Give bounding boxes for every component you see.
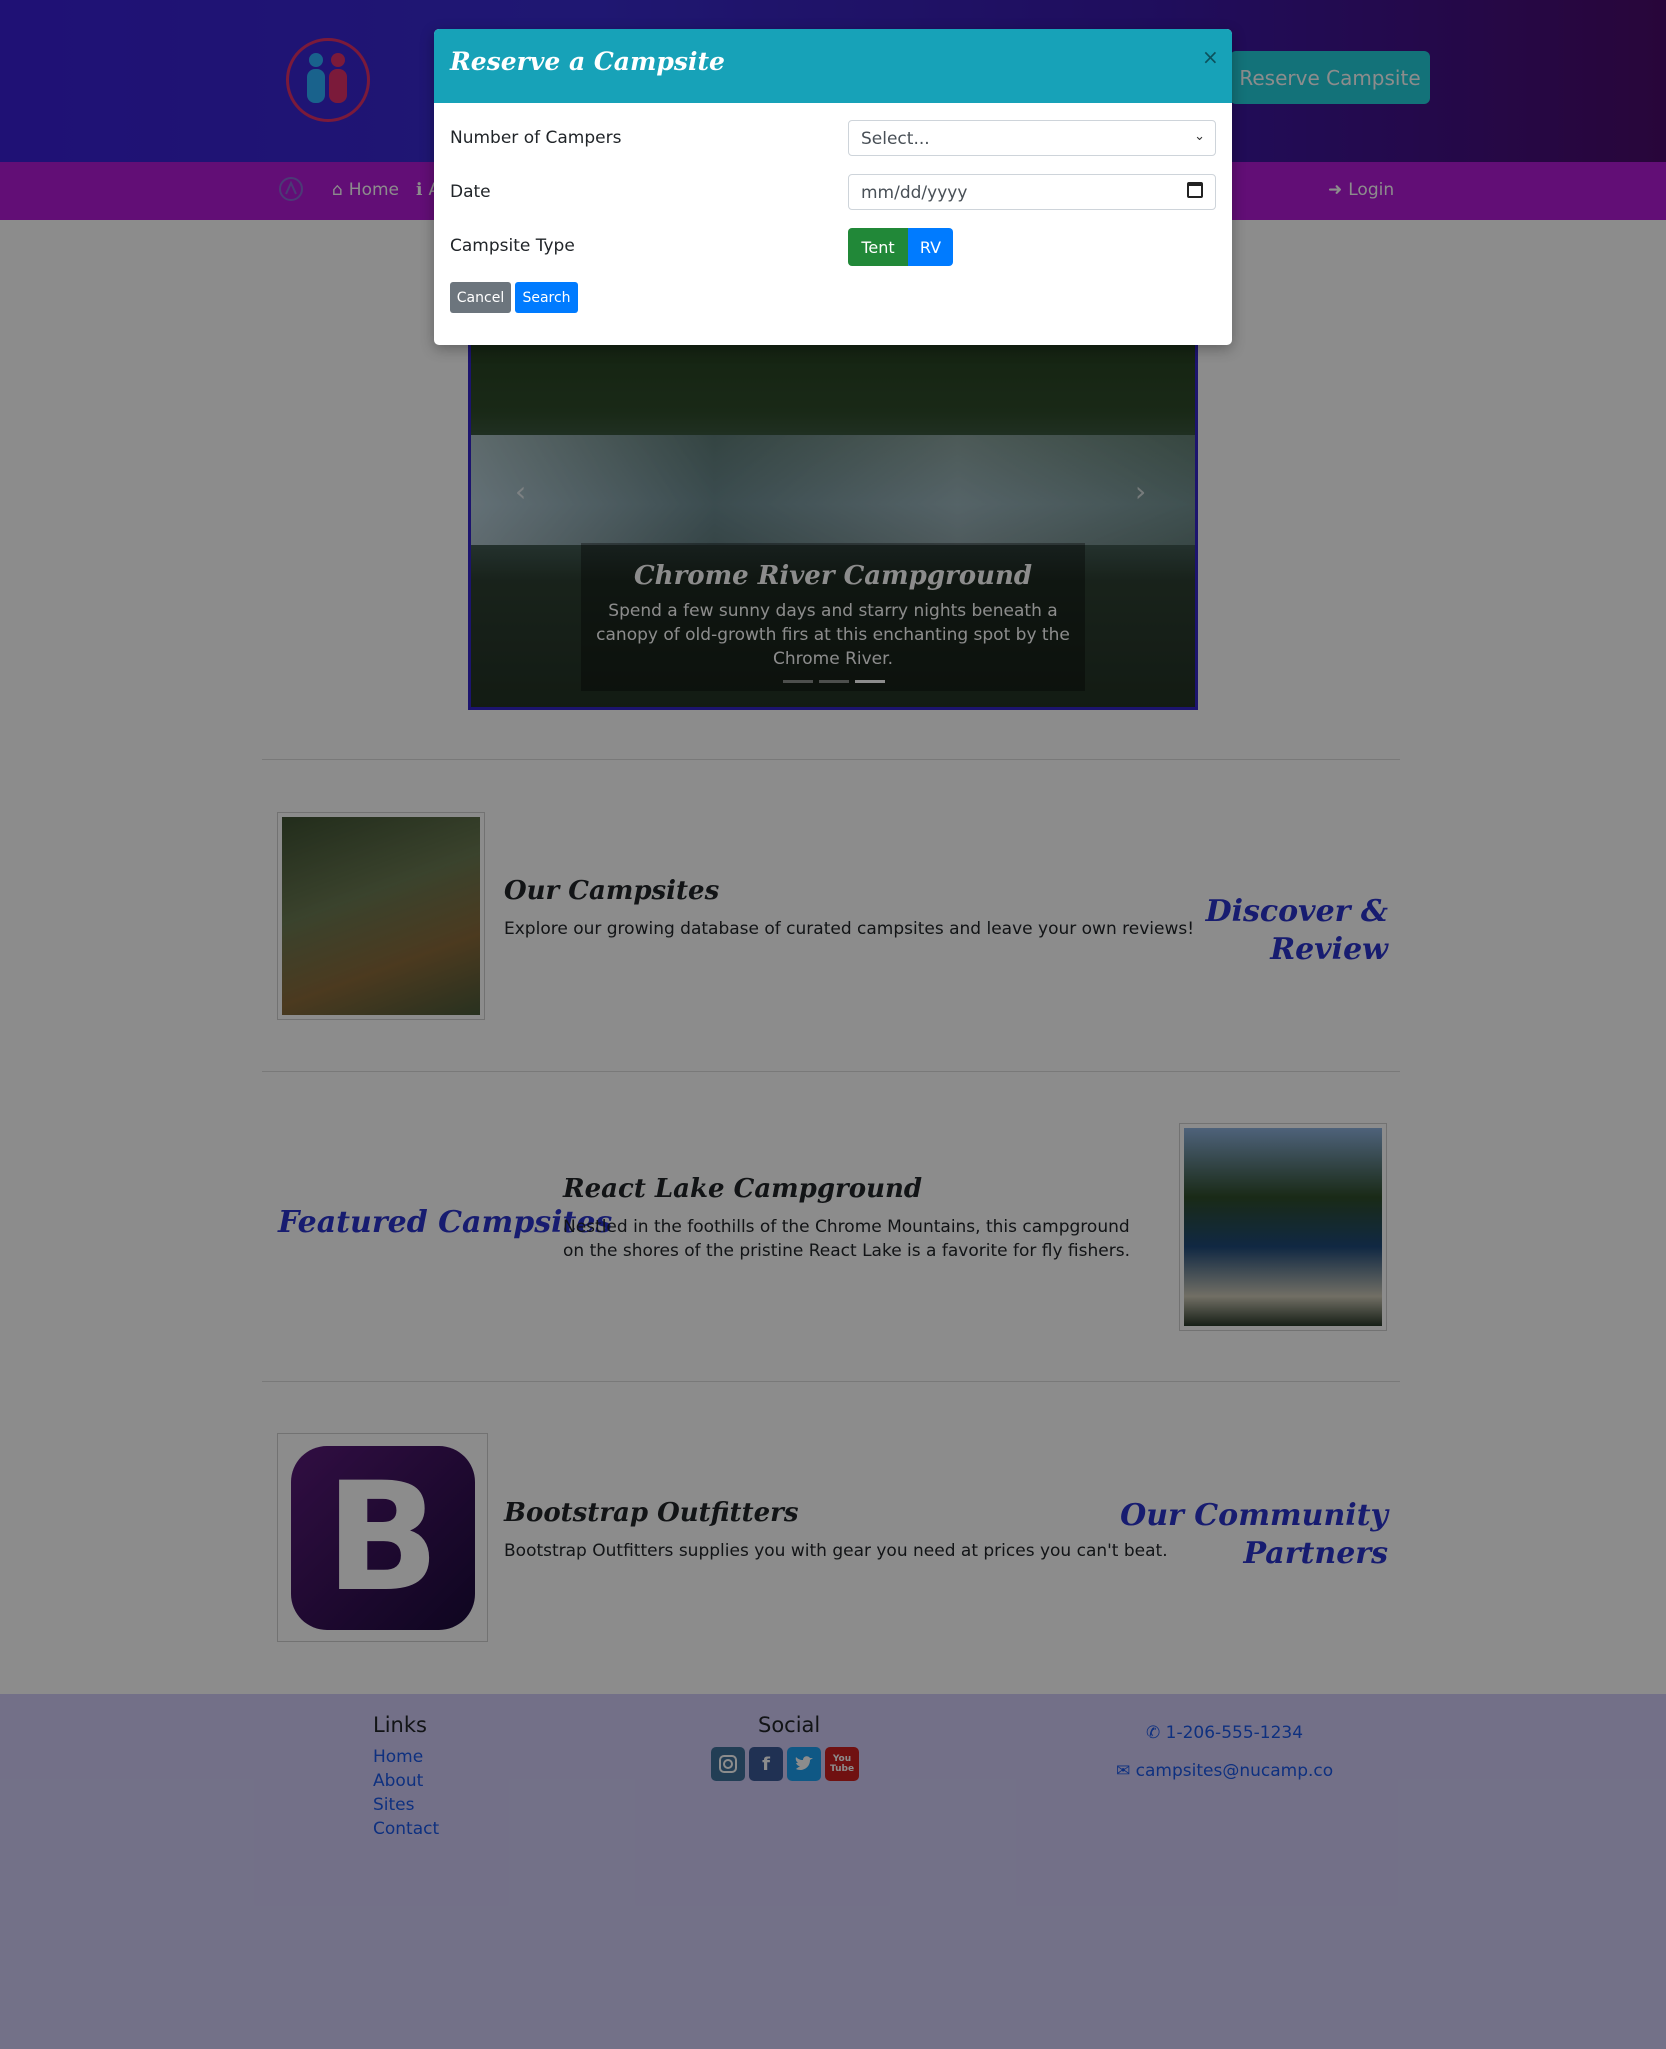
campers-select[interactable]: Select... ⌄ [848, 120, 1216, 156]
reserve-modal: Reserve a Campsite × Number of Campers S… [434, 29, 1232, 345]
modal-header: Reserve a Campsite × [434, 29, 1232, 103]
tent-button[interactable]: Tent [848, 228, 908, 266]
campsite-type-toggle: Tent RV [848, 228, 953, 266]
close-icon[interactable]: × [1202, 45, 1219, 69]
cancel-button[interactable]: Cancel [450, 282, 511, 313]
search-button[interactable]: Search [515, 282, 578, 313]
date-input[interactable]: mm/dd/yyyy [848, 174, 1216, 210]
campsite-type-label: Campsite Type [450, 236, 575, 256]
campers-label: Number of Campers [450, 128, 622, 148]
chevron-down-icon: ⌄ [1194, 129, 1205, 144]
modal-title: Reserve a Campsite [450, 47, 725, 76]
date-label: Date [450, 182, 491, 202]
rv-button[interactable]: RV [908, 228, 953, 266]
calendar-icon[interactable] [1187, 182, 1203, 198]
